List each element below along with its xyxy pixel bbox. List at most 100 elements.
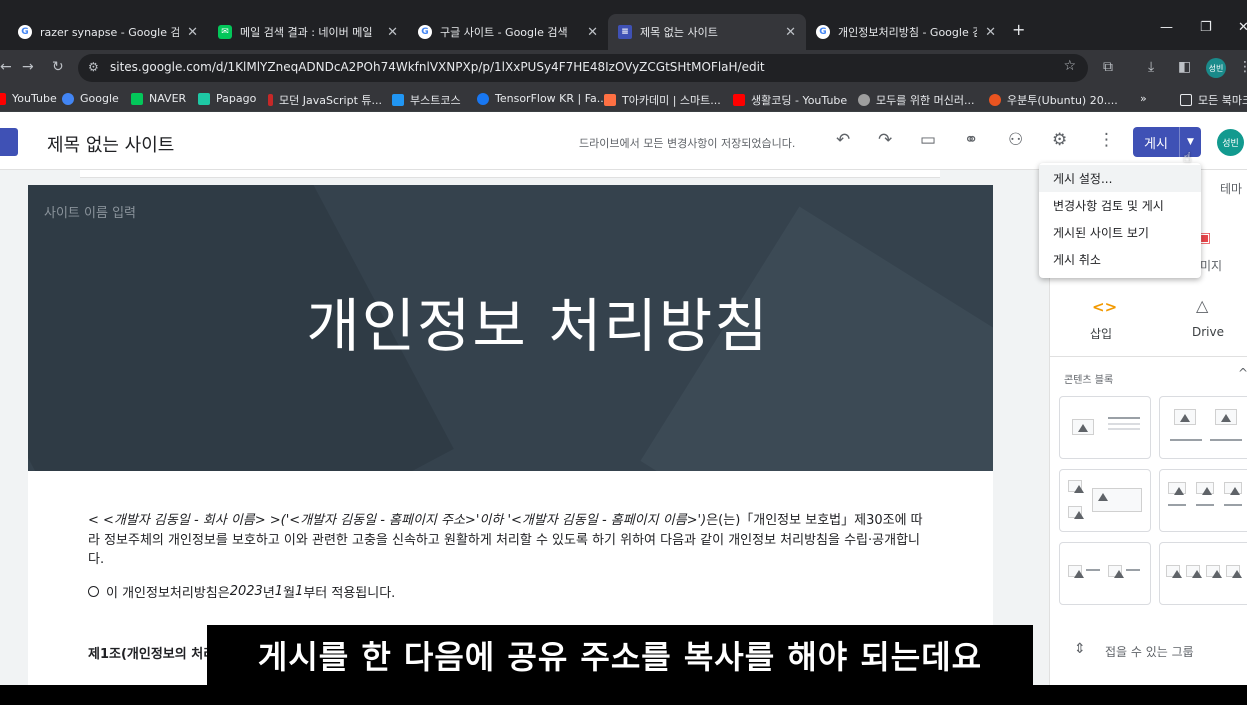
page-title[interactable]: 개인정보 처리방침 <box>28 279 993 363</box>
bookmark-tensorflow[interactable]: TensorFlow KR | Fa... <box>477 92 607 105</box>
bookmark-ubuntu[interactable]: 우분투(Ubuntu) 20.... <box>989 92 1118 108</box>
copy-link-icon[interactable]: ⚭ <box>964 130 978 150</box>
extensions-icon[interactable]: ⧉ <box>1103 59 1113 75</box>
tab-title: 메일 검색 결과 : 네이버 메일 <box>240 26 373 39</box>
bookmarks-bar: YouTube Google NAVER Papago 모던 JavaScrip… <box>0 86 1247 112</box>
restore-icon[interactable]: ❐ <box>1200 20 1212 35</box>
article-1-heading[interactable]: 제1조(개인정보의 처리 <box>88 643 215 662</box>
drive-label[interactable]: Drive <box>1192 325 1224 339</box>
page-canvas[interactable]: 사이트 이름 입력 개인정보 처리방침 < <개발자 김동일 - 회사 이름> … <box>28 185 993 685</box>
bookmark-opentutorials[interactable]: 생활코딩 - YouTube <box>733 92 847 108</box>
site-name-input[interactable]: 사이트 이름 입력 <box>44 202 136 221</box>
effective-day: 1 <box>295 584 304 599</box>
browser-tab[interactable]: ✉ 메일 검색 결과 : 네이버 메일 ✕ <box>208 14 408 50</box>
drive-icon[interactable]: △ <box>1196 296 1208 315</box>
site-title[interactable]: 제목 없는 사이트 <box>47 131 174 157</box>
bookmark-naver[interactable]: NAVER <box>131 92 186 105</box>
tab-theme[interactable]: 테마 <box>1220 180 1242 197</box>
collapsible-group-icon[interactable]: ⇕ <box>1074 641 1086 657</box>
browser-tab[interactable]: G 개인정보처리방침 - Google 검 ✕ <box>806 14 1006 50</box>
bookmark-papago[interactable]: Papago <box>198 92 256 105</box>
profile-avatar[interactable]: 성빈 <box>1206 58 1226 78</box>
intro-paragraph[interactable]: < <개발자 김동일 - 회사 이름> >('<개발자 김동일 - 홈페이지 주… <box>88 511 928 570</box>
javascript-tutorial-icon <box>268 94 273 106</box>
naver-mail-icon: ✉ <box>218 25 232 39</box>
url-text[interactable]: sites.google.com/d/1KlMlYZneqADNDcA2POh7… <box>110 60 765 74</box>
bookmark-boostcourse[interactable]: 부스트코스 <box>392 92 461 108</box>
bookmark-star-icon[interactable]: ☆ <box>1063 58 1076 74</box>
bookmark-label: 부스트코스 <box>410 94 461 107</box>
account-avatar[interactable]: 성빈 <box>1217 129 1244 156</box>
folder-icon <box>1180 94 1192 106</box>
panel-divider <box>1050 356 1247 357</box>
address-bar[interactable]: ⚙ sites.google.com/d/1KlMlYZneqADNDcA2PO… <box>78 54 1088 82</box>
content-block-layout[interactable] <box>1159 542 1247 605</box>
bookmark-label: NAVER <box>149 92 187 105</box>
more-bookmarks-icon[interactable]: » <box>1140 92 1147 105</box>
more-options-icon[interactable]: ⋮ <box>1098 130 1115 150</box>
site-info-icon[interactable]: ⚙ <box>88 60 99 74</box>
side-panel-icon[interactable]: ◧ <box>1178 59 1191 75</box>
back-icon[interactable]: ← <box>0 59 12 75</box>
image-label[interactable]: 미지 <box>1200 257 1222 274</box>
close-tab-icon[interactable]: ✕ <box>785 25 796 40</box>
redo-icon[interactable]: ↷ <box>878 130 892 150</box>
intro-italic-text: < <개발자 김동일 - 회사 이름> >('<개발자 김동일 - 홈페이지 주… <box>88 513 707 528</box>
menu-item-view-published[interactable]: 게시된 사이트 보기 <box>1039 219 1201 246</box>
close-tab-icon[interactable]: ✕ <box>985 25 996 40</box>
reload-icon[interactable]: ↻ <box>52 59 64 75</box>
close-tab-icon[interactable]: ✕ <box>587 25 598 40</box>
insert-embed-label[interactable]: 삽입 <box>1090 325 1112 342</box>
browser-toolbar: ← → ↻ ⚙ sites.google.com/d/1KlMlYZneqADN… <box>0 50 1247 86</box>
close-tab-icon[interactable]: ✕ <box>387 25 398 40</box>
undo-icon[interactable]: ↶ <box>836 130 850 150</box>
effective-date-line[interactable]: 이 개인정보처리방침은 2023 년 1 월 1 부터 적용됩니다. <box>88 582 395 601</box>
minimize-icon[interactable]: — <box>1160 20 1173 35</box>
tacademy-icon <box>604 94 616 106</box>
browser-tab[interactable]: G razer synapse - Google 검색 ✕ <box>8 14 208 50</box>
browser-tab[interactable]: G 구글 사이트 - Google 검색 ✕ <box>408 14 608 50</box>
menu-icon[interactable]: ⋮ <box>1238 59 1247 75</box>
hero-banner[interactable]: 사이트 이름 입력 개인정보 처리방침 <box>28 185 993 471</box>
menu-item-publish-settings[interactable]: 게시 설정... <box>1039 165 1201 192</box>
bookmark-google[interactable]: Google <box>62 92 119 105</box>
content-block-layout[interactable] <box>1159 396 1247 459</box>
bookmark-label: 모든 북마크 <box>1198 94 1247 107</box>
chevron-up-icon[interactable]: ^ <box>1238 366 1247 380</box>
bookmark-label: 모던 JavaScript 튜... <box>279 94 382 107</box>
naver-icon <box>131 92 143 105</box>
close-window-icon[interactable]: ✕ <box>1238 20 1247 35</box>
publish-button[interactable]: 게시 <box>1133 127 1180 157</box>
close-tab-icon[interactable]: ✕ <box>187 25 198 40</box>
browser-tab-active[interactable]: ≡ 제목 없는 사이트 ✕ <box>608 14 806 50</box>
bookmark-ml[interactable]: 모두를 위한 머신러... <box>858 92 974 108</box>
bookmark-tacademy[interactable]: T아카데미 | 스마트... <box>604 92 721 108</box>
embed-code-icon[interactable]: <> <box>1092 298 1117 316</box>
share-icon[interactable]: ⚇ <box>1008 130 1023 150</box>
bookmark-youtube[interactable]: YouTube <box>0 92 57 105</box>
content-block-layout[interactable] <box>1059 542 1151 605</box>
video-subtitle: 게시를 한 다음에 공유 주소를 복사를 해야 되는데요 <box>207 625 1033 685</box>
tab-title: razer synapse - Google 검색 <box>40 26 180 39</box>
menu-item-review-publish[interactable]: 변경사항 검토 및 게시 <box>1039 192 1201 219</box>
settings-gear-icon[interactable]: ⚙ <box>1052 130 1067 150</box>
preview-devices-icon[interactable]: ▭ <box>920 130 936 150</box>
tab-title: 구글 사이트 - Google 검색 <box>440 26 568 39</box>
effective-year: 2023 <box>229 584 263 599</box>
google-sites-logo[interactable] <box>0 128 18 156</box>
content-block-layout[interactable] <box>1159 469 1247 532</box>
content-block-layout[interactable] <box>1059 396 1151 459</box>
content-blocks-heading: 콘텐츠 블록 <box>1064 375 1114 386</box>
effective-text: 년 <box>262 586 275 601</box>
download-icon[interactable]: ⤓ <box>1148 59 1154 75</box>
new-tab-button[interactable]: + <box>1012 20 1025 39</box>
bookmark-javascript[interactable]: 모던 JavaScript 튜... <box>268 92 382 108</box>
youtube-icon <box>0 92 6 105</box>
menu-item-unpublish[interactable]: 게시 취소 <box>1039 246 1201 273</box>
forward-icon[interactable]: → <box>22 59 34 75</box>
all-bookmarks-folder[interactable]: 모든 북마크 <box>1180 92 1247 108</box>
bookmark-label: T아카데미 | 스마트... <box>622 94 721 107</box>
collapsible-group-label[interactable]: 접을 수 있는 그룹 <box>1105 643 1194 660</box>
tab-title: 개인정보처리방침 - Google 검 <box>838 26 978 39</box>
content-block-layout[interactable] <box>1059 469 1151 532</box>
